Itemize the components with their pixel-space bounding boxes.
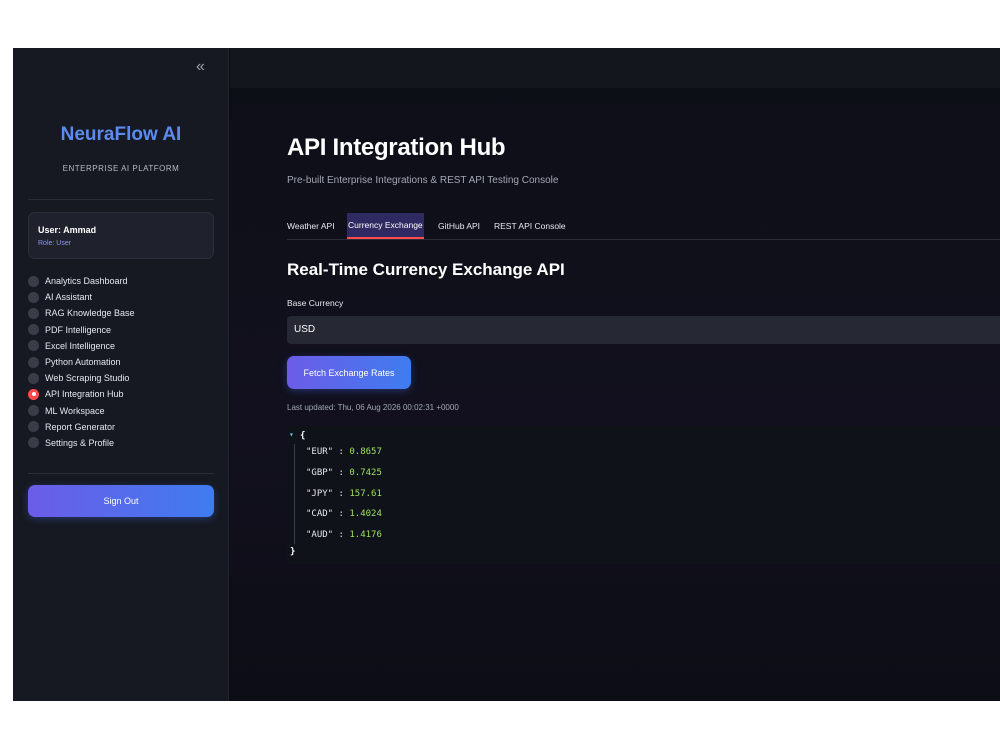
- json-entry: "GBP" : 0.7425: [306, 468, 382, 480]
- sidebar-item-label: PDF Intelligence: [45, 324, 112, 335]
- sidebar-item-label: Web Scraping Studio: [45, 373, 130, 384]
- json-colon: :: [333, 447, 350, 457]
- json-colon: :: [333, 488, 350, 499]
- base-currency-select[interactable]: USD: [287, 316, 1000, 344]
- base-currency-label: Base Currency: [287, 298, 344, 308]
- json-colon: :: [333, 467, 350, 478]
- section-title: Real-Time Currency Exchange API: [287, 260, 565, 279]
- sidebar-item-api-integration-hub[interactable]: API Integration Hub: [28, 386, 135, 402]
- sidebar-item-rag-knowledge-base[interactable]: RAG Knowledge Base: [28, 305, 135, 321]
- json-open-brace: {: [300, 431, 306, 441]
- main-content: API Integration Hub Pre-built Enterprise…: [230, 88, 1000, 701]
- json-key: "AUD": [306, 530, 334, 541]
- collapse-triangle-icon[interactable]: ▾: [289, 430, 294, 439]
- radio-unselected-icon[interactable]: [28, 307, 39, 319]
- sidebar-item-ml-workspace[interactable]: ML Workspace: [28, 403, 135, 419]
- sidebar-item-label: Analytics Dashboard: [45, 276, 128, 287]
- json-entry: "EUR" : 0.8657: [306, 447, 382, 459]
- json-value: 1.4024: [349, 509, 382, 520]
- radio-selected-icon[interactable]: [28, 388, 39, 400]
- tab-currency-exchange[interactable]: Currency Exchange: [347, 213, 424, 239]
- json-indent-guide: [294, 444, 295, 544]
- radio-unselected-icon[interactable]: [28, 372, 39, 384]
- user-role: Role: User: [38, 240, 72, 247]
- tab-github-api[interactable]: GitHub API: [438, 213, 480, 239]
- brand-subtitle: ENTERPRISE AI PLATFORM: [62, 164, 180, 173]
- sidebar-item-analytics-dashboard[interactable]: Analytics Dashboard: [28, 273, 135, 289]
- json-entry: "JPY" : 157.61: [306, 489, 382, 501]
- collapse-sidebar-icon[interactable]: «: [196, 58, 205, 76]
- json-key: "EUR": [306, 447, 334, 457]
- tab-weather-api[interactable]: Weather API: [287, 213, 335, 239]
- sidebar-item-label: Report Generator: [45, 421, 116, 432]
- sidebar-item-settings-profile[interactable]: Settings & Profile: [28, 435, 135, 451]
- user-name: User: Ammad: [38, 225, 97, 235]
- sidebar-item-web-scraping-studio[interactable]: Web Scraping Studio: [28, 370, 135, 386]
- radio-unselected-icon[interactable]: [28, 291, 39, 303]
- sidebar-item-excel-intelligence[interactable]: Excel Intelligence: [28, 338, 135, 354]
- tab-bar: Weather API Currency Exchange GitHub API…: [287, 213, 1000, 240]
- sidebar-item-label: RAG Knowledge Base: [45, 308, 135, 319]
- json-value: 1.4176: [349, 530, 382, 541]
- sidebar-item-label: AI Assistant: [45, 292, 93, 303]
- json-entry: "CAD" : 1.4024: [306, 509, 382, 521]
- sidebar-item-label: Python Automation: [45, 357, 121, 368]
- fetch-exchange-rates-button[interactable]: Fetch Exchange Rates: [287, 356, 411, 389]
- top-header-bar: [230, 48, 1000, 88]
- app-window: « NeuraFlow AI ENTERPRISE AI PLATFORM Us…: [13, 48, 1000, 701]
- sidebar-item-label: ML Workspace: [45, 405, 105, 416]
- json-colon: :: [333, 509, 350, 520]
- radio-unselected-icon[interactable]: [28, 340, 39, 352]
- sidebar-item-label: API Integration Hub: [45, 389, 124, 400]
- json-close-brace: }: [290, 547, 296, 557]
- radio-unselected-icon[interactable]: [28, 275, 39, 287]
- sidebar-divider: [28, 199, 214, 200]
- sidebar-item-label: Settings & Profile: [45, 437, 115, 448]
- json-key: "CAD": [306, 509, 334, 520]
- brand-logo-text: NeuraFlow AI: [60, 124, 182, 145]
- sidebar-item-ai-assistant[interactable]: AI Assistant: [28, 289, 135, 305]
- radio-unselected-icon[interactable]: [28, 356, 39, 368]
- sidebar: « NeuraFlow AI ENTERPRISE AI PLATFORM Us…: [13, 48, 229, 701]
- json-value: 0.8657: [349, 447, 382, 457]
- json-entry: "AUD" : 1.4176: [306, 530, 382, 542]
- sign-out-button[interactable]: Sign Out: [28, 485, 214, 517]
- json-value: 0.7425: [349, 467, 382, 478]
- radio-unselected-icon[interactable]: [28, 421, 39, 433]
- base-currency-value: USD: [294, 324, 316, 335]
- json-colon: :: [333, 530, 350, 541]
- sidebar-divider: [28, 473, 214, 474]
- radio-unselected-icon[interactable]: [28, 437, 39, 449]
- json-key: "JPY": [306, 488, 334, 499]
- json-viewer: ▾ { "EUR" : 0.8657 "GBP" : 0.7425 "JPY" : …: [287, 426, 1000, 564]
- radio-unselected-icon[interactable]: [28, 405, 39, 417]
- tab-rest-api-console[interactable]: REST API Console: [494, 213, 566, 239]
- user-card: User: Ammad Role: User: [28, 212, 214, 259]
- page-subtitle: Pre-built Enterprise Integrations & REST…: [287, 175, 559, 186]
- sidebar-item-pdf-intelligence[interactable]: PDF Intelligence: [28, 322, 135, 338]
- page-title: API Integration Hub: [287, 134, 506, 161]
- sidebar-item-python-automation[interactable]: Python Automation: [28, 354, 135, 370]
- sidebar-item-report-generator[interactable]: Report Generator: [28, 419, 135, 435]
- sidebar-nav: Analytics Dashboard AI Assistant RAG Knowl…: [28, 273, 135, 451]
- sidebar-item-label: Excel Intelligence: [45, 340, 116, 351]
- radio-unselected-icon[interactable]: [28, 324, 39, 336]
- json-key: "GBP": [306, 467, 334, 478]
- last-updated-text: Last updated: Thu, 06 Aug 2026 00:02:31 …: [287, 403, 459, 412]
- json-value: 157.61: [349, 488, 382, 499]
